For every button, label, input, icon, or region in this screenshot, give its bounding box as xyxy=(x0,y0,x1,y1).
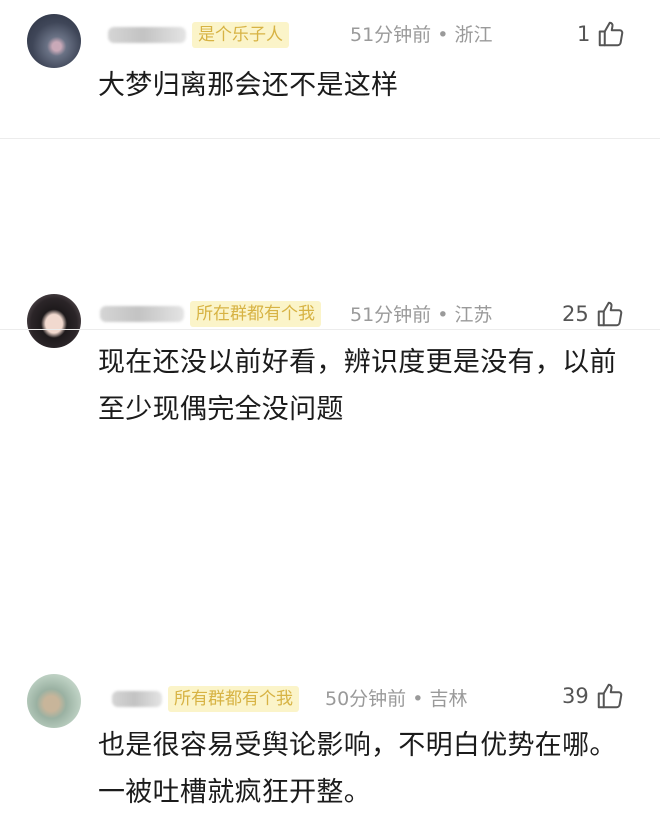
username[interactable]: 是个乐子人 xyxy=(108,22,289,48)
user-tag: 所在群都有个我 xyxy=(190,301,321,327)
user-tag: 所有群都有个我 xyxy=(168,686,299,712)
comment-meta: 51分钟前 • 江苏 xyxy=(350,302,493,328)
like-button[interactable]: 39 xyxy=(562,681,625,711)
comment-item: 是个乐子人 51分钟前 • 浙江 1 大梦归离那会还不是这样 xyxy=(0,0,660,139)
blurred-name xyxy=(100,306,184,322)
blurred-name xyxy=(112,691,162,707)
comment-time: 50分钟前 xyxy=(325,688,407,710)
like-count: 1 xyxy=(577,22,591,46)
username[interactable]: 所在群都有个我 xyxy=(100,301,321,327)
comment-text: 也是很容易受舆论影响，不明白优势在哪。一被吐槽就疯狂开整。 xyxy=(98,730,617,808)
thumbs-up-icon xyxy=(599,21,624,47)
blurred-name xyxy=(108,27,186,43)
comment-time: 51分钟前 xyxy=(350,24,432,46)
comment-meta: 50分钟前 • 吉林 xyxy=(325,686,468,712)
meta-separator: • xyxy=(406,688,430,710)
comment-text: 大梦归离那会还不是这样 xyxy=(98,70,399,101)
comment-time: 51分钟前 xyxy=(350,304,432,326)
thumbs-up-icon xyxy=(597,301,622,327)
username[interactable]: 所有群都有个我 xyxy=(112,686,299,712)
comment-location: 江苏 xyxy=(454,304,493,326)
like-count: 25 xyxy=(562,302,589,326)
avatar[interactable] xyxy=(27,14,81,68)
thumbs-up-icon xyxy=(597,683,622,709)
comment-item: 所在群都有个我 51分钟前 • 江苏 25 现在还没以前好看，辨识度更是没有，以… xyxy=(0,139,660,425)
comment-location: 浙江 xyxy=(454,24,493,46)
like-count: 39 xyxy=(562,684,589,708)
like-button[interactable]: 25 xyxy=(562,299,625,329)
comment-item: 所有群都有个我 50分钟前 • 吉林 39 也是很容易受舆论影响，不明白优势在哪… xyxy=(0,329,660,808)
like-button[interactable]: 1 xyxy=(577,19,626,49)
meta-separator: • xyxy=(431,304,455,326)
avatar[interactable] xyxy=(27,674,81,728)
meta-separator: • xyxy=(431,24,455,46)
user-tag: 是个乐子人 xyxy=(192,22,289,48)
comment-location: 吉林 xyxy=(429,688,468,710)
comment-meta: 51分钟前 • 浙江 xyxy=(350,22,493,48)
